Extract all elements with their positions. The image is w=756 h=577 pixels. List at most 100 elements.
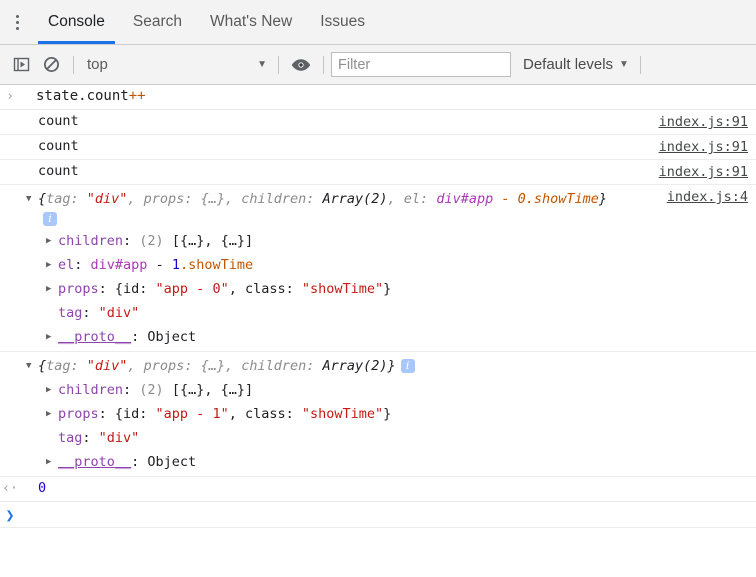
filter-input[interactable] [331, 52, 511, 77]
property-name: children [58, 382, 124, 398]
disclosure-triangle-icon[interactable]: ▶ [46, 378, 51, 402]
console-prompt-row[interactable]: ❯ [0, 502, 756, 528]
property-value: : "div" [82, 430, 140, 446]
log-levels-label: Default levels [523, 56, 614, 73]
result-gutter: ‹· [0, 480, 20, 496]
result-value: 0 [38, 480, 47, 496]
clear-console-icon[interactable] [36, 50, 66, 80]
info-icon[interactable]: i [400, 359, 415, 373]
property-value: : (2) [{…}, {…}] [123, 233, 254, 249]
object-property-row[interactable]: ▶ children: (2) [{…}, {…}] [0, 229, 756, 253]
preview-sep1: , props: [127, 358, 201, 374]
disclosure-triangle-icon[interactable]: ▶ [46, 325, 51, 349]
devtools-console-panel: Console Search What's New Issues top ▼ F… [0, 0, 756, 577]
live-expression-eye-icon[interactable] [286, 50, 316, 80]
prompt-gutter: › [0, 88, 20, 104]
return-arrow-icon: ‹· [2, 481, 18, 496]
property-value: : Object [131, 329, 197, 345]
log-message: count [38, 163, 79, 179]
preview-open-brace: { [38, 191, 47, 207]
object-property-row[interactable]: ▶ props: {id: "app - 0", class: "showTim… [0, 277, 756, 301]
object-preview-text: {tag: "div", props: {…}, children: Array… [22, 354, 756, 378]
object-preview-line[interactable]: ▼ {tag: "div", props: {…}, children: Arr… [0, 187, 756, 211]
console-log-row: count index.js:91 [0, 160, 756, 185]
console-result-row: ‹· 0 [0, 477, 756, 502]
disclosure-triangle-icon[interactable]: ▶ [46, 229, 51, 253]
preview-key-tag: tag: [46, 358, 87, 374]
console-message-list[interactable]: › state.count++ count index.js:91 count … [0, 85, 756, 577]
object-property-row[interactable]: ▶ __proto__: Object [0, 450, 756, 474]
console-result-body: 0 [20, 480, 756, 496]
chevron-down-icon: ▼ [257, 59, 267, 70]
prompt-input-value [20, 507, 36, 523]
preview-close-brace: } [598, 191, 608, 207]
more-options-icon[interactable] [0, 0, 34, 44]
disclosure-triangle-icon[interactable]: ▶ [46, 277, 51, 301]
echo-expression: state.count [36, 88, 129, 104]
preview-sep2: , children: [224, 358, 323, 374]
preview-val-tag: "div" [86, 358, 128, 374]
prompt-gutter: ❯ [0, 505, 20, 524]
console-input-echo-row: › state.count++ [0, 85, 756, 110]
property-name: tag [58, 305, 83, 321]
console-prompt-input[interactable] [20, 507, 756, 523]
disclosure-triangle-icon[interactable]: ▶ [46, 253, 51, 277]
console-log-body: count [20, 113, 756, 129]
console-log-body: count [20, 163, 756, 179]
tab-issues-label: Issues [320, 13, 366, 30]
property-name: __proto__ [58, 454, 132, 470]
console-input-echo-body: state.count++ [20, 88, 756, 104]
toolbar-divider-3 [323, 55, 324, 74]
preview-val-props: {…} [200, 358, 225, 374]
property-value: : {id: "app - 0", class: "showTime"} [98, 281, 392, 297]
devtools-tab-bar: Console Search What's New Issues [0, 0, 756, 45]
tab-issues[interactable]: Issues [306, 0, 379, 44]
property-value: : Object [131, 454, 197, 470]
preview-close-brace: } [387, 358, 396, 374]
source-link[interactable]: index.js:91 [659, 164, 748, 180]
disclosure-triangle-open-icon[interactable]: ▼ [26, 354, 36, 378]
object-property-row[interactable]: ▶ __proto__: Object [0, 325, 756, 349]
object-preview-text: {tag: "div", props: {…}, children: Array… [22, 187, 756, 211]
preview-val-node-suffix: - 0.showTime [493, 191, 599, 207]
log-gutter [0, 113, 20, 114]
property-name: props [58, 406, 99, 422]
property-name: props [58, 281, 99, 297]
console-toolbar: top ▼ Default levels ▼ [0, 45, 756, 85]
property-name: el [58, 257, 75, 273]
object-property-row[interactable]: ▶ children: (2) [{…}, {…}] [0, 378, 756, 402]
tab-console-label: Console [48, 13, 105, 30]
prompt-arrow-icon: ❯ [5, 506, 15, 524]
disclosure-triangle-open-icon[interactable]: ▼ [26, 187, 36, 211]
property-name: tag [58, 430, 83, 446]
javascript-context-selector[interactable]: top ▼ [81, 52, 271, 78]
log-levels-dropdown[interactable]: Default levels ▼ [523, 56, 633, 73]
show-console-sidebar-icon[interactable] [6, 50, 36, 80]
object-preview-line[interactable]: ▼ {tag: "div", props: {…}, children: Arr… [0, 354, 756, 378]
preview-val-props: {…} [200, 191, 225, 207]
console-object-row: index.js:4 ▼ {tag: "div", props: {…}, ch… [0, 185, 756, 352]
property-value: : {id: "app - 1", class: "showTime"} [98, 406, 392, 422]
log-gutter [0, 138, 20, 139]
preview-sep2: , children: [224, 191, 323, 207]
log-message: count [38, 138, 79, 154]
disclosure-triangle-icon[interactable]: ▶ [46, 450, 51, 474]
source-link[interactable]: index.js:91 [659, 139, 748, 155]
console-object-row: ▼ {tag: "div", props: {…}, children: Arr… [0, 352, 756, 477]
disclosure-triangle-icon[interactable]: ▶ [46, 402, 51, 426]
tab-console[interactable]: Console [34, 0, 119, 44]
object-info-badge-wrap: i [0, 211, 756, 229]
tab-search[interactable]: Search [119, 0, 196, 44]
property-value: : "div" [82, 305, 140, 321]
log-gutter [0, 163, 20, 164]
console-log-row: count index.js:91 [0, 135, 756, 160]
preview-val-children: Array(2) [322, 358, 388, 374]
source-link[interactable]: index.js:91 [659, 114, 748, 130]
tab-whats-new[interactable]: What's New [196, 0, 306, 44]
object-property-row[interactable]: ▶ el: div#app - 1.showTime [0, 253, 756, 277]
preview-val-node: div#app [436, 191, 494, 207]
info-icon[interactable]: i [43, 212, 57, 226]
object-property-row: tag: "div" [0, 426, 756, 450]
object-property-row[interactable]: ▶ props: {id: "app - 1", class: "showTim… [0, 402, 756, 426]
console-input-echo-text: state.count++ [20, 88, 146, 104]
